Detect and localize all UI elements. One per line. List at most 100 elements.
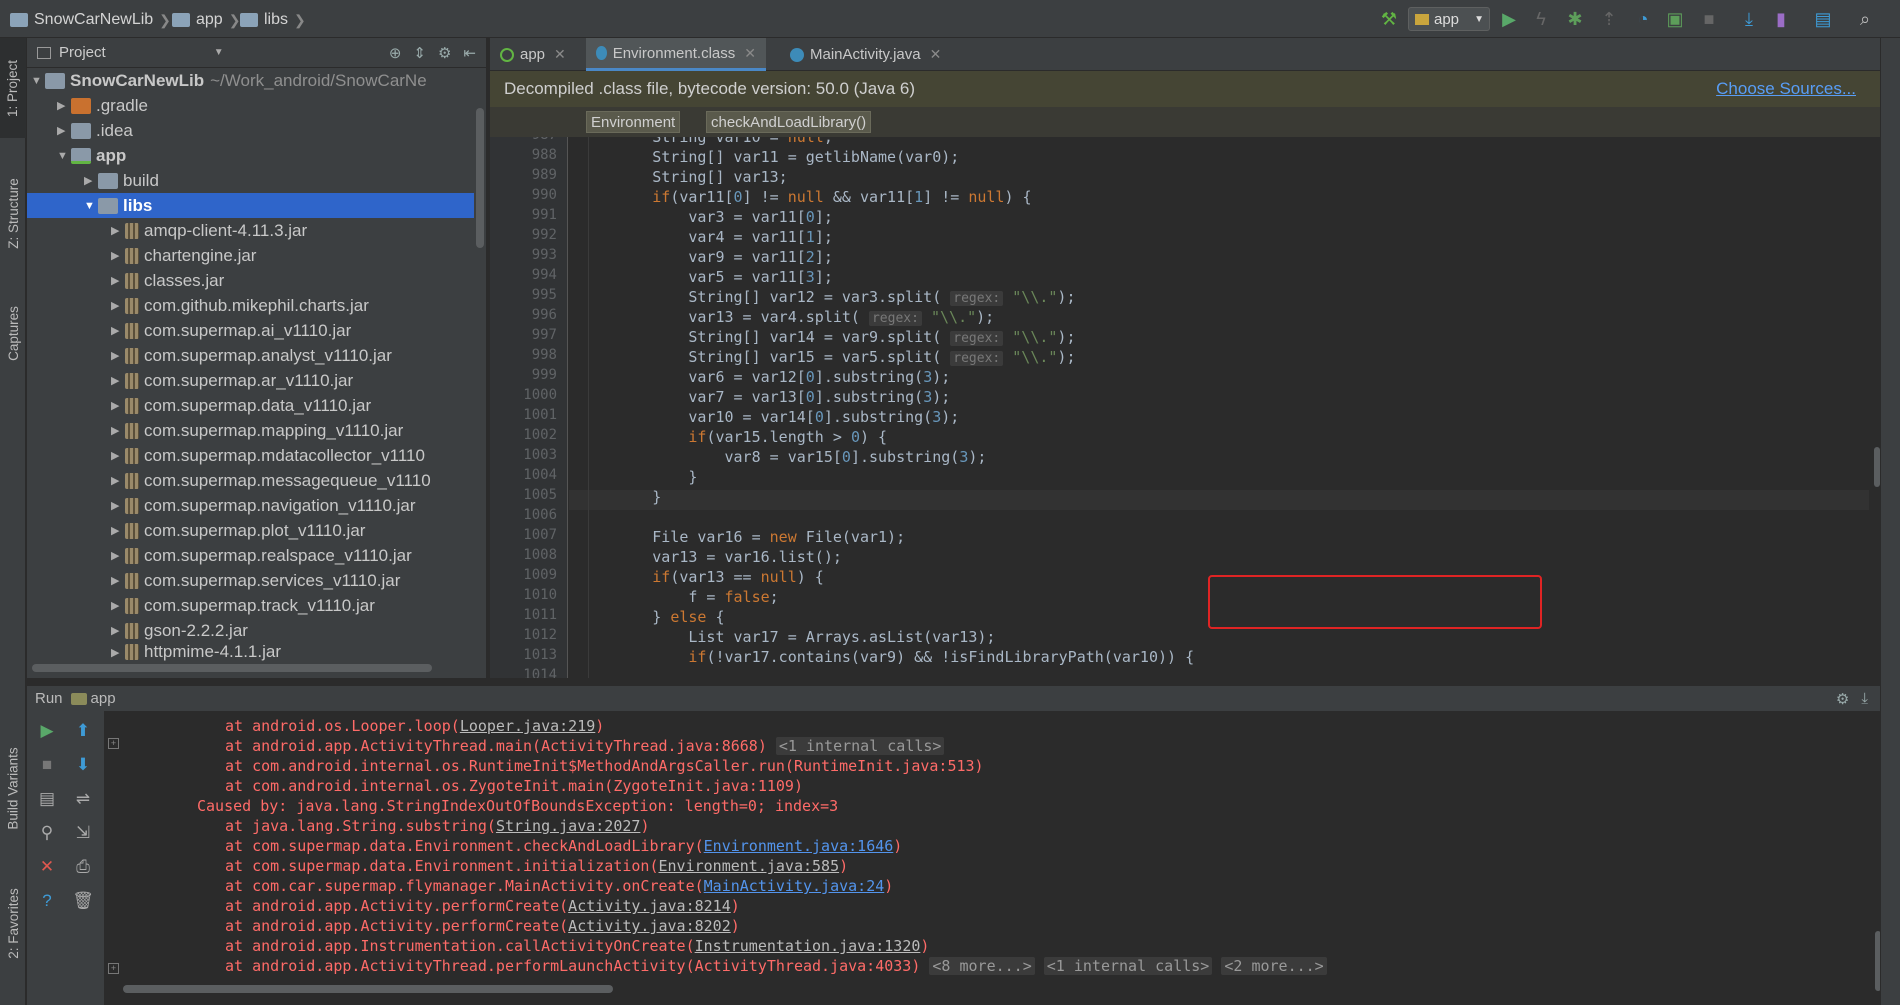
project-panel-header[interactable]: Project ▼ ⊕ ⇕ ⚙ ⇤	[27, 38, 486, 68]
line-number: 1005	[523, 487, 557, 503]
soft-wrap-icon[interactable]: ⇌	[71, 787, 95, 811]
up-arrow-icon[interactable]: ⬆	[71, 719, 95, 743]
stacktrace-link[interactable]: Activity.java:8214	[568, 897, 731, 915]
tree-item-build[interactable]: ▶ build	[27, 168, 474, 193]
run-console[interactable]: + + at android.os.Looper.loop(Looper.jav…	[105, 711, 1880, 1005]
tree-item-jar[interactable]: ▶ amqp-client-4.11.3.jar	[27, 218, 474, 243]
tab-label: app	[520, 46, 546, 63]
close-icon[interactable]: ✕	[35, 855, 59, 879]
run-config-select[interactable]: app ▼	[1408, 7, 1490, 31]
sync-icon[interactable]: ⤓	[1738, 8, 1760, 30]
jar-icon	[125, 622, 139, 639]
debug-icon[interactable]: ✱	[1564, 8, 1586, 30]
tree-item-jar[interactable]: ▶ com.supermap.track_v1110.jar	[27, 593, 474, 618]
tab-build-variants[interactable]: Build Variants	[0, 728, 26, 848]
tree-item-jar[interactable]: ▶ com.supermap.navigation_v1110.jar	[27, 493, 474, 518]
stacktrace-link[interactable]: Activity.java:8202	[568, 917, 731, 935]
tree-item-jar[interactable]: ▶ com.supermap.data_v1110.jar	[27, 393, 474, 418]
code-line: String[] var15 = var5.split( regex: "\\.…	[580, 348, 1076, 366]
project-vertical-scrollbar[interactable]	[476, 108, 484, 248]
help-icon[interactable]: ?	[35, 889, 59, 913]
scroll-from-source-icon[interactable]: ⊕	[389, 44, 402, 62]
choose-sources-link[interactable]: Choose Sources...	[1716, 79, 1856, 99]
tree-item-jar[interactable]: ▶ com.github.mikephil.charts.jar	[27, 293, 474, 318]
stacktrace-link[interactable]: Environment.java:585	[658, 857, 839, 875]
close-icon[interactable]: ✕	[744, 45, 756, 62]
tree-item-jar[interactable]: ▶ com.supermap.ai_v1110.jar	[27, 318, 474, 343]
pin-icon[interactable]: ⚲	[35, 821, 59, 845]
tree-item-jar[interactable]: ▶ com.supermap.services_v1110.jar	[27, 568, 474, 593]
tree-root-project[interactable]: ▼ SnowCarNewLib ~/Work_android/SnowCarNe	[27, 68, 474, 93]
fold-expand-icon[interactable]: +	[108, 738, 119, 749]
jar-icon	[125, 572, 139, 589]
close-icon[interactable]: ✕	[930, 46, 942, 63]
rerun-icon[interactable]: ▶	[35, 719, 59, 743]
run-icon[interactable]: ▶	[1498, 8, 1520, 30]
breadcrumb-app[interactable]: app ❯	[172, 9, 240, 31]
project-horizontal-scrollbar[interactable]	[32, 664, 432, 672]
fold-expand-icon[interactable]: +	[108, 963, 119, 974]
tree-item-jar[interactable]: ▶ com.supermap.mapping_v1110.jar	[27, 418, 474, 443]
collapsed-triangle-icon: ▶	[111, 400, 120, 412]
tree-item-jar[interactable]: ▶ com.supermap.analyst_v1110.jar	[27, 343, 474, 368]
tree-item-jar[interactable]: ▶ com.supermap.ar_v1110.jar	[27, 368, 474, 393]
code-editor[interactable]: 987 988 989 990 991 992 993 994 995 996 …	[490, 137, 1880, 678]
breadcrumb-project[interactable]: SnowCarNewLib ❯	[10, 9, 171, 31]
stop-icon[interactable]: ■	[35, 753, 59, 777]
gear-icon[interactable]: ⚙	[1836, 690, 1849, 708]
down-arrow-icon[interactable]: ⬇	[71, 753, 95, 777]
tree-item-libs[interactable]: ▼ libs	[27, 193, 474, 218]
breadcrumb-libs[interactable]: libs ❯	[240, 9, 306, 31]
avd-manager-icon[interactable]: ▮	[1770, 8, 1792, 30]
apply-changes-icon[interactable]: ϟ	[1530, 8, 1552, 30]
tree-item-jar[interactable]: ▶ com.supermap.messagequeue_v1110	[27, 468, 474, 493]
stacktrace-link[interactable]: String.java:2027	[496, 817, 641, 835]
code-line: String[] var13;	[580, 168, 788, 186]
hide-panel-icon[interactable]: ⇤	[463, 44, 476, 62]
tab-structure[interactable]: Z: Structure	[0, 158, 26, 268]
tree-item-idea[interactable]: ▶ .idea	[27, 118, 474, 143]
tree-item-app[interactable]: ▼ app	[27, 143, 474, 168]
stacktrace-link[interactable]: MainActivity.java:24	[704, 877, 885, 895]
attach-debugger-icon[interactable]: ⇡	[1598, 8, 1620, 30]
jar-icon	[125, 547, 139, 564]
tree-item-jar[interactable]: ▶ com.supermap.plot_v1110.jar	[27, 518, 474, 543]
tab-app[interactable]: app ✕	[490, 38, 582, 71]
tree-item-gradle[interactable]: ▶ .gradle	[27, 93, 474, 118]
tab-environment-class[interactable]: Environment.class ✕	[586, 38, 766, 71]
tree-item-jar[interactable]: ▶ gson-2.2.2.jar	[27, 618, 474, 643]
project-structure-icon[interactable]: ▤	[1812, 8, 1834, 30]
coverage-icon[interactable]: ▣	[1664, 8, 1686, 30]
line-number: 992	[531, 227, 557, 243]
gear-icon[interactable]: ⚙	[438, 44, 451, 62]
tree-item-jar[interactable]: ▶ classes.jar	[27, 268, 474, 293]
stacktrace-link[interactable]: Looper.java:219	[460, 717, 595, 735]
build-hammer-icon[interactable]: ⚒	[1378, 8, 1400, 30]
tab-favorites[interactable]: 2: Favorites	[0, 868, 26, 978]
print-icon[interactable]: ⎙	[71, 855, 95, 879]
breadcrumb-method[interactable]: checkAndLoadLibrary()	[706, 111, 872, 133]
breadcrumb-class[interactable]: Environment	[586, 111, 681, 133]
search-icon[interactable]: ⌕	[1854, 8, 1876, 30]
console-vertical-scrollbar[interactable]	[1875, 931, 1880, 991]
restore-layout-icon[interactable]: ▤	[35, 787, 59, 811]
trash-icon[interactable]: 🗑	[71, 889, 95, 913]
tab-captures[interactable]: Captures	[0, 288, 26, 378]
tree-item-jar[interactable]: ▶ httpmime-4.1.1.jar	[27, 643, 474, 661]
console-horizontal-scrollbar[interactable]	[123, 985, 613, 993]
close-icon[interactable]: ✕	[554, 46, 566, 63]
collapse-all-icon[interactable]: ⇕	[413, 44, 426, 62]
stacktrace-link[interactable]: Instrumentation.java:1320	[695, 937, 921, 955]
scroll-to-end-icon[interactable]: ⇲	[71, 821, 95, 845]
tree-item-jar[interactable]: ▶ com.supermap.realspace_v1110.jar	[27, 543, 474, 568]
tree-item-jar[interactable]: ▶ com.supermap.mdatacollector_v1110	[27, 443, 474, 468]
stop-icon[interactable]: ■	[1698, 8, 1720, 30]
profile-icon[interactable]: ◔	[1632, 8, 1654, 30]
tab-main-activity[interactable]: MainActivity.java ✕	[780, 38, 956, 71]
stacktrace-link[interactable]: Environment.java:1646	[704, 837, 894, 855]
hide-panel-icon[interactable]: ⤓	[1861, 690, 1868, 708]
folder-icon	[240, 13, 258, 27]
chevron-down-icon[interactable]: ▼	[214, 47, 224, 58]
tree-item-jar[interactable]: ▶ chartengine.jar	[27, 243, 474, 268]
tab-project[interactable]: 1: Project	[0, 38, 26, 138]
